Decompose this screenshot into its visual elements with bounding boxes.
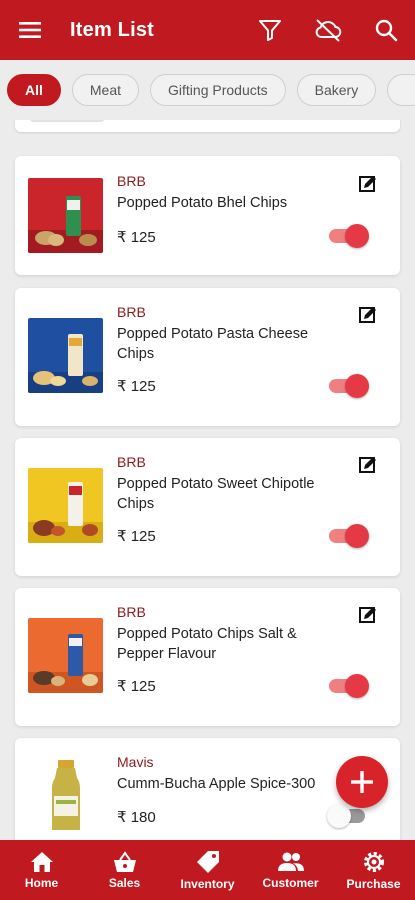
item-brand: BRB bbox=[117, 304, 146, 320]
item-name: Popped Potato Sweet Chipotle Chips bbox=[117, 476, 315, 512]
item-name: Popped Potato Bhel Chips bbox=[117, 195, 288, 211]
item-price: ₹ 125 bbox=[117, 229, 156, 246]
nav-label: Sales bbox=[108, 875, 141, 890]
add-item-button[interactable] bbox=[336, 756, 388, 808]
filter-button[interactable] bbox=[241, 0, 299, 60]
nav-inventory[interactable]: Inventory bbox=[166, 840, 249, 900]
sync-button[interactable] bbox=[299, 0, 357, 60]
edit-icon[interactable] bbox=[359, 175, 377, 193]
list-item[interactable]: BRB Popped Potato Sweet Chipotle Chips ₹… bbox=[15, 438, 400, 576]
item-name: Cumm-Bucha Apple Spice-300 bbox=[117, 776, 316, 792]
edit-icon[interactable] bbox=[359, 306, 377, 324]
item-name: Popped Potato Chips Salt & Pepper Flavou… bbox=[117, 626, 297, 662]
item-price: ₹ 125 bbox=[117, 528, 156, 545]
gear-icon bbox=[363, 851, 384, 872]
edit-icon[interactable] bbox=[359, 606, 377, 624]
item-price: ₹ 125 bbox=[117, 678, 156, 695]
item-image bbox=[28, 618, 103, 693]
nav-customer[interactable]: Customer bbox=[249, 840, 332, 900]
category-chips: All Meat Gifting Products Bakery bbox=[0, 60, 415, 120]
people-icon bbox=[277, 852, 304, 871]
bottom-navigation: Home Sales Inventory Customer Purchase bbox=[0, 840, 415, 900]
item-image bbox=[28, 468, 103, 543]
nav-sales[interactable]: Sales bbox=[83, 840, 166, 900]
edit-icon[interactable] bbox=[359, 456, 377, 474]
menu-icon bbox=[19, 22, 41, 38]
nav-label: Inventory bbox=[180, 876, 235, 891]
menu-button[interactable] bbox=[0, 0, 60, 60]
cloud-off-icon bbox=[315, 19, 342, 42]
item-list[interactable]: BRB Popped Potato Bhel Chips ₹ 125 BRB P… bbox=[0, 120, 415, 840]
availability-toggle[interactable] bbox=[329, 224, 369, 248]
availability-toggle[interactable] bbox=[329, 374, 369, 398]
item-price: ₹ 180 bbox=[117, 809, 156, 826]
chip-bakery[interactable]: Bakery bbox=[296, 74, 377, 106]
item-image bbox=[28, 178, 103, 253]
nav-purchase[interactable]: Purchase bbox=[332, 840, 415, 900]
list-item-partial bbox=[15, 120, 400, 132]
availability-toggle[interactable] bbox=[329, 524, 369, 548]
nav-label: Customer bbox=[262, 875, 319, 890]
chip-gifting-products[interactable]: Gifting Products bbox=[150, 74, 286, 106]
home-icon bbox=[30, 851, 53, 872]
search-icon bbox=[375, 19, 398, 42]
page-title: Item List bbox=[70, 18, 155, 41]
item-brand: BRB bbox=[117, 173, 146, 189]
chip-more[interactable] bbox=[387, 74, 415, 106]
list-item[interactable]: BRB Popped Potato Chips Salt & Pepper Fl… bbox=[15, 588, 400, 726]
nav-home[interactable]: Home bbox=[0, 840, 83, 900]
item-brand: Mavis bbox=[117, 754, 154, 770]
chip-all[interactable]: All bbox=[7, 74, 61, 106]
plus-icon bbox=[351, 771, 373, 793]
availability-toggle[interactable] bbox=[329, 674, 369, 698]
chip-meat[interactable]: Meat bbox=[71, 74, 140, 106]
basket-icon bbox=[113, 850, 136, 872]
app-bar: Item List bbox=[0, 0, 415, 60]
nav-label: Purchase bbox=[346, 876, 401, 891]
list-item[interactable]: BRB Popped Potato Pasta Cheese Chips ₹ 1… bbox=[15, 288, 400, 426]
filter-icon bbox=[259, 20, 281, 41]
item-price: ₹ 125 bbox=[117, 378, 156, 395]
item-name: Popped Potato Pasta Cheese Chips bbox=[117, 326, 309, 362]
item-brand: BRB bbox=[117, 604, 146, 620]
item-image bbox=[28, 318, 103, 393]
search-button[interactable] bbox=[357, 0, 415, 60]
item-image bbox=[28, 758, 103, 833]
list-item[interactable]: BRB Popped Potato Bhel Chips ₹ 125 bbox=[15, 156, 400, 275]
item-brand: BRB bbox=[117, 454, 146, 470]
tag-icon bbox=[196, 850, 219, 873]
nav-label: Home bbox=[24, 875, 59, 890]
